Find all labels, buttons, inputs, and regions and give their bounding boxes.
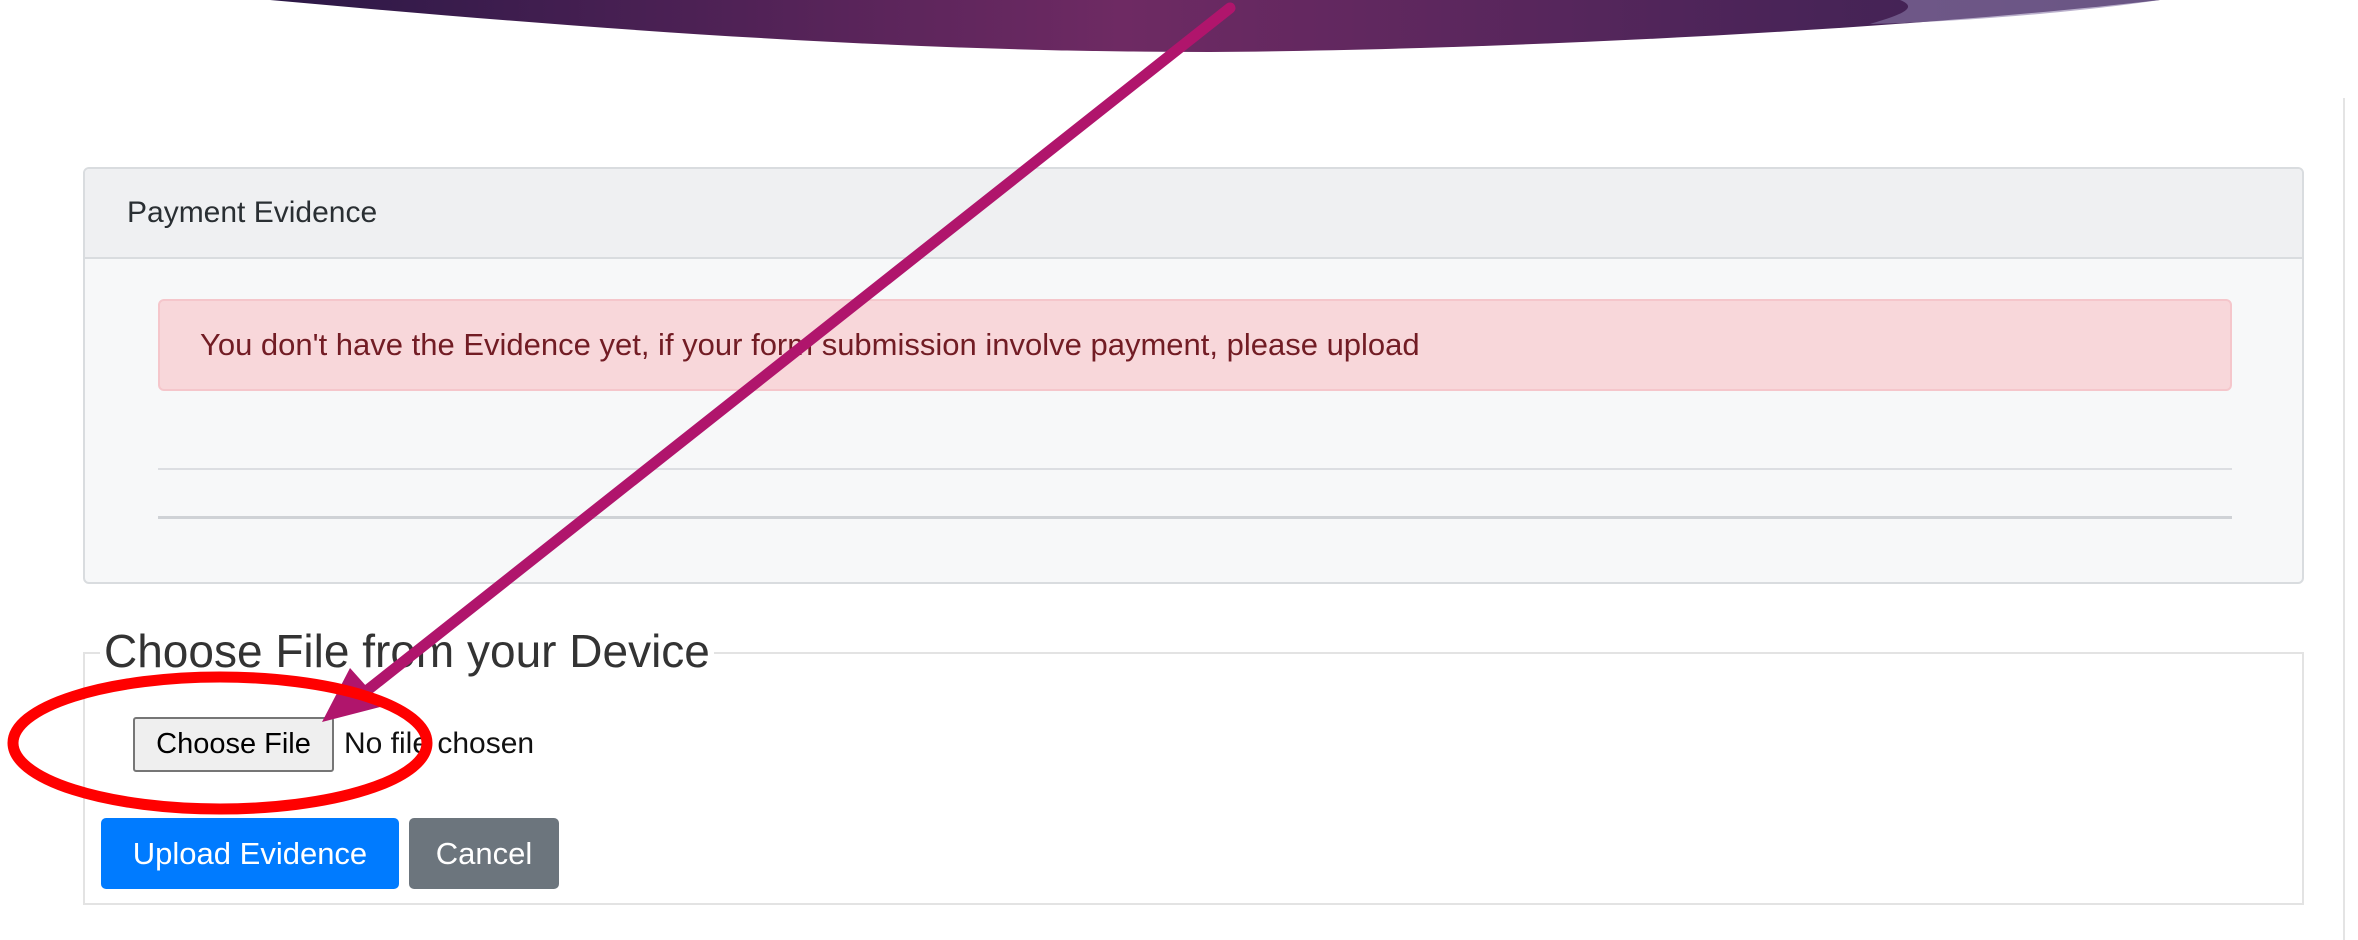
upload-evidence-button[interactable]: Upload Evidence: [101, 818, 399, 889]
alert-text: You don't have the Evidence yet, if your…: [200, 327, 1420, 362]
card-header: Payment Evidence: [85, 169, 2302, 259]
payment-evidence-card: Payment Evidence You don't have the Evid…: [83, 167, 2304, 584]
upload-fieldset-legend: Choose File from your Device: [100, 623, 714, 679]
header-banner-decoration: [270, 0, 2160, 52]
divider: [158, 468, 2232, 470]
no-evidence-alert: You don't have the Evidence yet, if your…: [158, 299, 2232, 391]
page-right-border: [2343, 98, 2345, 940]
file-status-text: No file chosen: [344, 727, 535, 760]
page: Payment Evidence You don't have the Evid…: [0, 0, 2358, 940]
divider: [158, 516, 2232, 519]
choose-file-button[interactable]: Choose File: [133, 717, 334, 772]
cancel-button[interactable]: Cancel: [409, 818, 559, 889]
